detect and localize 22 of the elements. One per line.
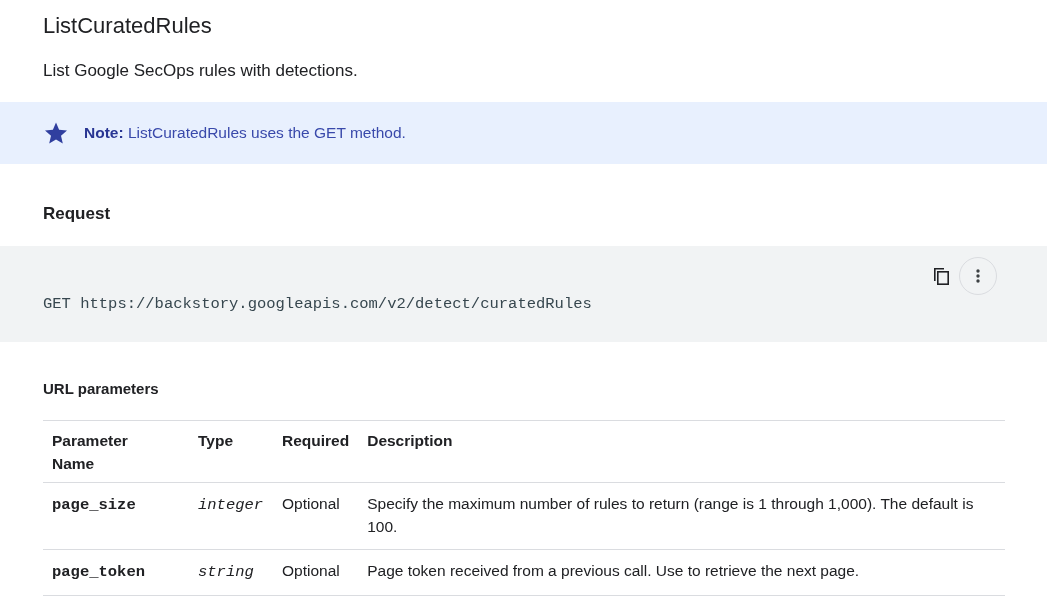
section-heading: URL parameters [43,379,159,399]
parameter-name: page_token [52,562,145,583]
star-icon [44,121,68,145]
code-text: GET https://backstory.googleapis.com/v2/detect/curatedRules [43,295,592,313]
column-header: Required [282,431,350,451]
required-status: Optional [282,494,340,514]
more-options-button[interactable] [959,257,997,295]
page-description: List Google SecOps rules with detections. [43,60,358,82]
column-header: Description [367,431,453,451]
note-text: Note: ListCuratedRules uses the GET method. [84,124,406,142]
parameter-description: Page token received from a previous call. Use to retrieve the next page. [367,561,860,581]
column-header: Parameter Name [52,431,129,474]
parameter-type: string [198,562,254,583]
parameter-name: page_size [52,495,136,516]
parameter-type: integer [198,495,264,516]
parameter-description: Specify the maximum number of rules to return (range is 1 through 1,000). The default is 100. [367,494,975,537]
section-heading: Request [43,203,111,225]
column-header: Type [198,431,234,451]
page-title: ListCuratedRules [43,12,212,40]
required-status: Optional [282,561,340,581]
copy-icon[interactable] [931,266,951,286]
more-vertical-icon [976,269,980,283]
